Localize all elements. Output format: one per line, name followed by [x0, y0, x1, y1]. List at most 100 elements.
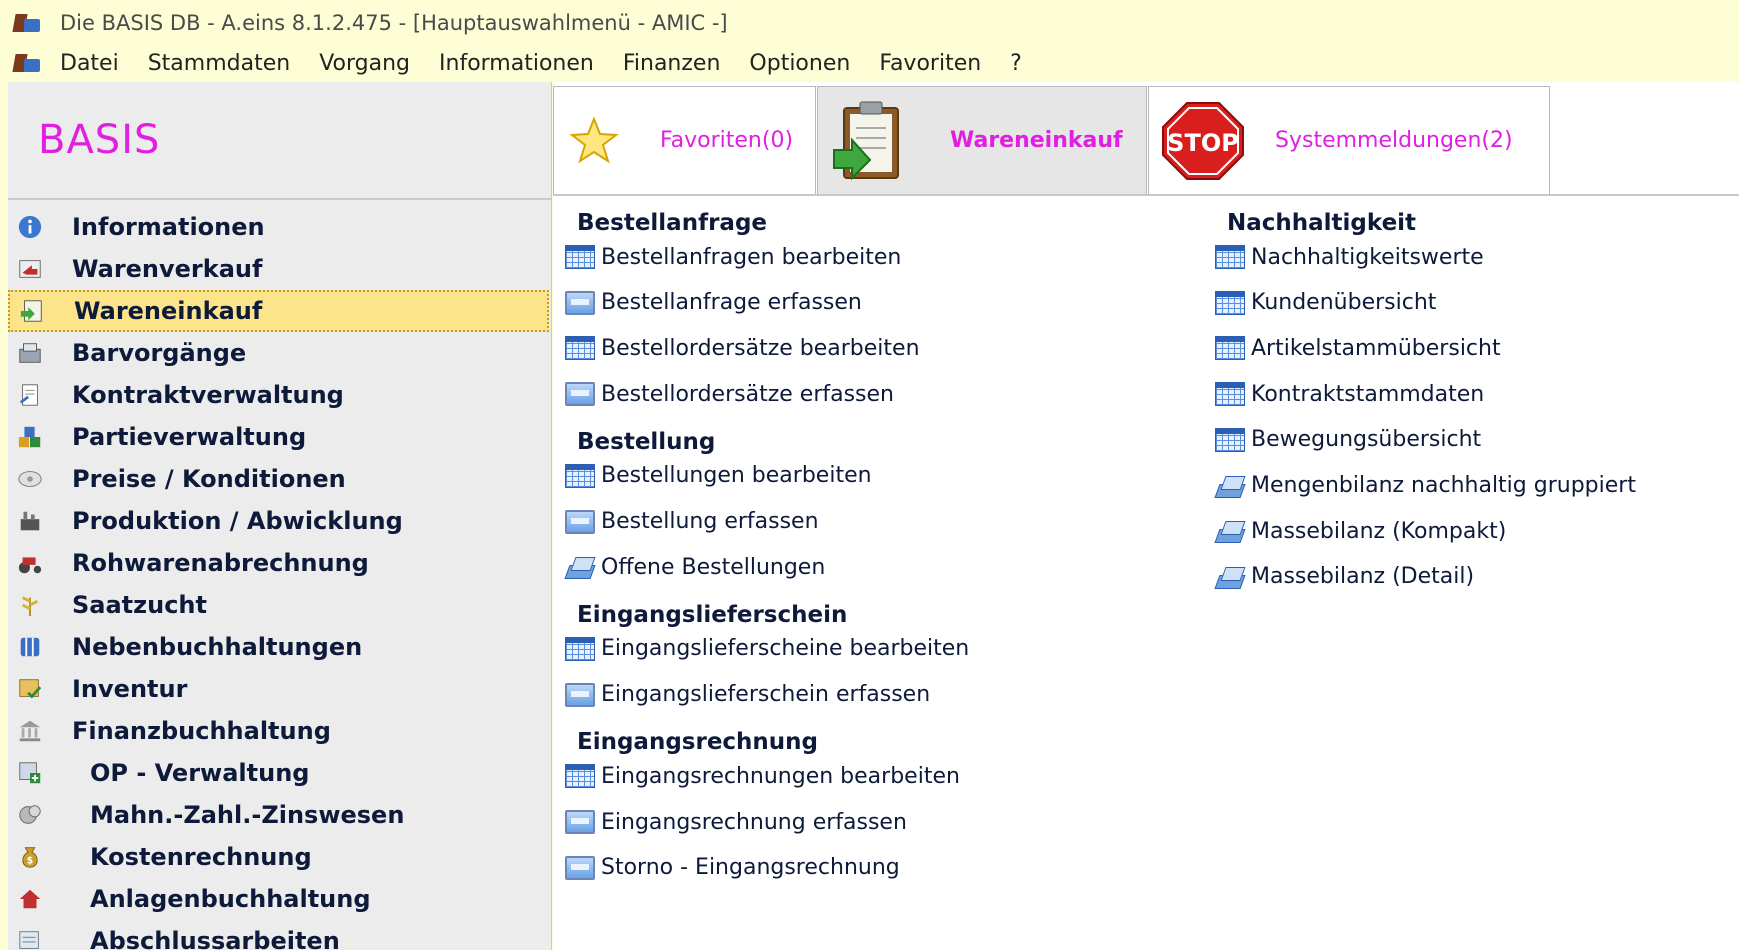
- moneybag-icon: $: [16, 843, 44, 871]
- menu-link-bestellordersätze-erfassen[interactable]: Bestellordersätze erfassen: [565, 379, 894, 409]
- nav-item-anlagenbuchhaltung[interactable]: Anlagenbuchhaltung: [8, 878, 551, 920]
- menu-link-bestellungen-bearbeiten[interactable]: Bestellungen bearbeiten: [565, 461, 872, 491]
- stop-icon: STOP: [1162, 101, 1244, 180]
- menu-link-label: Bestellordersätze bearbeiten: [601, 335, 920, 361]
- nav-item-label: Preise / Konditionen: [72, 465, 346, 493]
- menu-link-nachhaltigkeitswerte[interactable]: Nachhaltigkeitswerte: [1215, 242, 1484, 272]
- assets-icon: [16, 885, 44, 913]
- tractor-icon: [16, 549, 44, 577]
- menu-link-bestellanfrage-erfassen[interactable]: Bestellanfrage erfassen: [565, 288, 862, 318]
- menu-link-label: Offene Bestellungen: [601, 554, 826, 580]
- menu-vorgang[interactable]: Vorgang: [319, 51, 410, 76]
- menu-link-label: Kundenübersicht: [1251, 290, 1437, 316]
- tab-wareneinkauf[interactable]: Wareneinkauf: [817, 86, 1147, 194]
- nav-item-saatzucht[interactable]: Saatzucht: [8, 584, 551, 626]
- table-icon: [565, 636, 595, 661]
- nav-item-rohwarenabrechnung[interactable]: Rohwarenabrechnung: [8, 542, 551, 584]
- menu-help[interactable]: ?: [1010, 51, 1022, 76]
- tab-favoriten[interactable]: Favoriten(0): [553, 86, 816, 194]
- menu-link-mengenbilanz-nachhaltig-gruppiert[interactable]: Mengenbilanz nachhaltig gruppiert: [1215, 471, 1636, 501]
- info-icon: [16, 213, 44, 241]
- app-icon: [12, 11, 42, 35]
- table-icon: [1215, 336, 1245, 361]
- menu-link-bestellanfragen-bearbeiten[interactable]: Bestellanfragen bearbeiten: [565, 242, 901, 272]
- form-icon: [565, 509, 595, 534]
- menu-link-eingangsrechnung-erfassen[interactable]: Eingangsrechnung erfassen: [565, 807, 907, 837]
- nav-item-preise-konditionen[interactable]: Preise / Konditionen: [8, 458, 551, 500]
- nav-item-wareneinkauf[interactable]: Wareneinkauf: [8, 290, 549, 332]
- nav-item-label: Anlagenbuchhaltung: [90, 885, 371, 913]
- section-title: Nachhaltigkeit: [1227, 210, 1417, 236]
- menu-link-artikelstammübersicht[interactable]: Artikelstammübersicht: [1215, 333, 1501, 363]
- menu-link-label: Storno - Eingangsrechnung: [601, 855, 900, 881]
- nav-item-label: Abschlussarbeiten: [90, 927, 340, 950]
- tab-wareneinkauf-label: Wareneinkauf: [950, 128, 1123, 153]
- menu-stammdaten[interactable]: Stammdaten: [148, 51, 290, 76]
- tab-systemmeldungen[interactable]: STOP Systemmeldungen(2): [1148, 86, 1550, 194]
- app-menu-icon[interactable]: [12, 51, 42, 75]
- nav-item-mahn-zahl-zinswesen[interactable]: Mahn.-Zahl.-Zinswesen: [8, 794, 551, 836]
- menu-link-label: Eingangsrechnungen bearbeiten: [601, 763, 960, 789]
- menu-informationen[interactable]: Informationen: [439, 51, 594, 76]
- nav-item-partieverwaltung[interactable]: Partieverwaltung: [8, 416, 551, 458]
- section-title: Bestellung: [577, 428, 716, 455]
- menu-link-storno-eingangsrechnung[interactable]: Storno - Eingangsrechnung: [565, 853, 900, 883]
- nav-item-label: Barvorgänge: [72, 339, 247, 367]
- form-icon: [565, 682, 595, 707]
- nav-item-nebenbuchhaltungen[interactable]: Nebenbuchhaltungen: [8, 626, 551, 668]
- report-icon: [1215, 474, 1245, 498]
- nav-item-label: Partieverwaltung: [72, 423, 307, 451]
- menu-link-bestellung-erfassen[interactable]: Bestellung erfassen: [565, 507, 819, 537]
- clipboard-icon: [833, 101, 899, 180]
- menu-link-massebilanz-kompakt[interactable]: Massebilanz (Kompakt): [1215, 516, 1506, 546]
- menu-link-bestellordersätze-bearbeiten[interactable]: Bestellordersätze bearbeiten: [565, 333, 920, 363]
- nav-item-label: Produktion / Abwicklung: [72, 507, 403, 535]
- table-icon: [565, 463, 595, 488]
- nav-item-finanzbuchhaltung[interactable]: Finanzbuchhaltung: [8, 710, 551, 752]
- menu-optionen[interactable]: Optionen: [749, 51, 850, 76]
- closing-icon: [16, 927, 44, 950]
- nav-item-barvorgänge[interactable]: Barvorgänge: [8, 332, 551, 374]
- nav-item-op-verwaltung[interactable]: OP - Verwaltung: [8, 752, 551, 794]
- tab-favoriten-label: Favoriten(0): [660, 128, 794, 153]
- menu-datei[interactable]: Datei: [60, 51, 119, 76]
- menu-link-kontraktstammdaten[interactable]: Kontraktstammdaten: [1215, 379, 1484, 409]
- menu-finanzen[interactable]: Finanzen: [623, 51, 721, 76]
- nav-item-produktion-abwicklung[interactable]: Produktion / Abwicklung: [8, 500, 551, 542]
- form-icon: [565, 290, 595, 315]
- menu-link-eingangsrechnungen-bearbeiten[interactable]: Eingangsrechnungen bearbeiten: [565, 761, 960, 791]
- menu-link-kundenübersicht[interactable]: Kundenübersicht: [1215, 288, 1436, 318]
- module-list: Informationen Warenverkauf Wareneinkauf Bar…: [8, 200, 551, 950]
- nav-item-kontraktverwaltung[interactable]: Kontraktverwaltung: [8, 374, 551, 416]
- menu-link-eingangslieferschein-erfassen[interactable]: Eingangslieferschein erfassen: [565, 680, 930, 710]
- menu-link-bewegungsübersicht[interactable]: Bewegungsübersicht: [1215, 425, 1481, 455]
- menu-link-label: Bestellanfragen bearbeiten: [601, 244, 902, 270]
- table-icon: [1215, 290, 1245, 315]
- price-icon: [16, 465, 44, 493]
- menu-link-offene-bestellungen[interactable]: Offene Bestellungen: [565, 552, 825, 582]
- menu-link-massebilanz-detail[interactable]: Massebilanz (Detail): [1215, 562, 1474, 592]
- nav-item-kostenrechnung[interactable]: $ Kostenrechnung: [8, 836, 551, 878]
- form-icon: [565, 855, 595, 880]
- menu-link-label: Bestellungen bearbeiten: [601, 463, 872, 489]
- form-icon: [565, 810, 595, 834]
- section-title: Eingangsrechnung: [577, 729, 819, 756]
- nav-item-label: Saatzucht: [72, 591, 207, 619]
- table-icon: [565, 336, 595, 361]
- table-icon: [565, 764, 595, 789]
- tab-systemmeldungen-label: Systemmeldungen(2): [1275, 128, 1513, 153]
- menu-link-eingangslieferscheine-bearbeiten[interactable]: Eingangslieferscheine bearbeiten: [565, 634, 969, 664]
- nav-item-informationen[interactable]: Informationen: [8, 206, 551, 248]
- contract-icon: [16, 381, 44, 409]
- nav-item-label: Kostenrechnung: [90, 843, 312, 871]
- report-icon: [1215, 519, 1245, 543]
- nav-item-warenverkauf[interactable]: Warenverkauf: [8, 248, 551, 290]
- nav-item-abschlussarbeiten[interactable]: Abschlussarbeiten: [8, 920, 551, 950]
- menu-favoriten[interactable]: Favoriten: [879, 51, 981, 76]
- menu-link-label: Kontraktstammdaten: [1251, 381, 1485, 407]
- nav-item-inventur[interactable]: Inventur: [8, 668, 551, 710]
- menu-link-label: Bestellung erfassen: [601, 509, 819, 534]
- star-icon: [569, 115, 619, 163]
- nav-item-label: OP - Verwaltung: [90, 759, 310, 787]
- menu-link-label: Bestellordersätze erfassen: [601, 381, 894, 407]
